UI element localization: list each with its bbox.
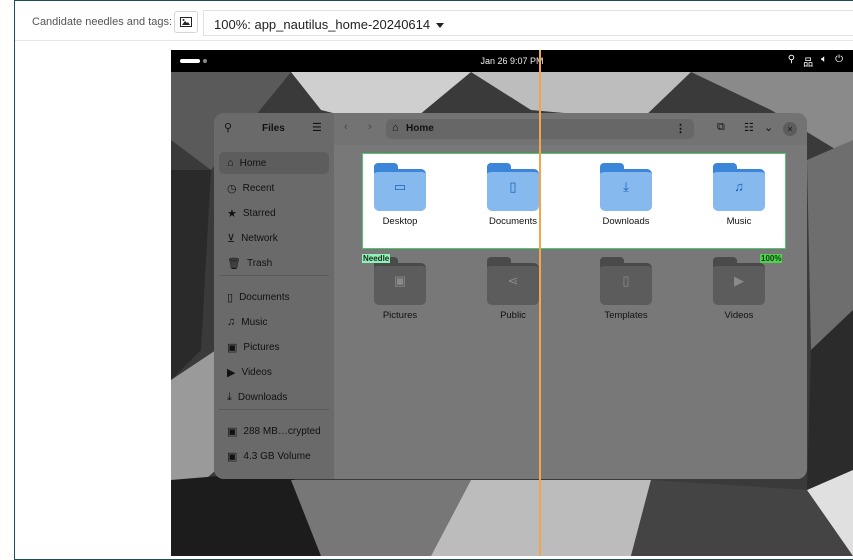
folder-item[interactable]: ▭ Desktop <box>360 163 440 227</box>
music-folder-icon: ♫ <box>713 163 765 211</box>
video-icon: ▶ <box>227 366 236 379</box>
sidebar-header: ⚲ Files ☰ <box>214 113 334 145</box>
comparison-slider[interactable] <box>539 50 541 556</box>
sidebar-item-documents[interactable]: ▯ Documents <box>219 286 329 308</box>
sidebar-item-music[interactable]: ♫ Music <box>219 311 329 333</box>
image-toggle-button[interactable] <box>174 11 198 33</box>
sidebar-item-label: Recent <box>242 182 275 194</box>
sidebar-item-label: Videos <box>241 366 272 378</box>
sidebar-item-starred[interactable]: ★ Starred <box>219 202 329 224</box>
path-menu-icon[interactable]: ⋮ <box>675 122 686 135</box>
desktop-folder-icon: ▭ <box>374 163 426 211</box>
templates-folder-icon: ▯ <box>600 257 652 305</box>
clock-icon: ◷ <box>227 182 237 195</box>
sidebar-separator <box>219 409 329 410</box>
public-folder-icon: ⋖ <box>487 257 539 305</box>
list-view-icon[interactable]: ☷ <box>744 121 754 134</box>
folder-label: Desktop <box>382 216 418 227</box>
sidebar-item-trash[interactable]: 🗑︎ Trash <box>219 252 329 274</box>
image-icon <box>180 17 192 27</box>
needle-select[interactable]: 100%: app_nautilus_home-20240614 <box>203 10 853 36</box>
folder-label: Public <box>500 310 526 321</box>
sidebar-item-network[interactable]: ⊻ Network <box>219 227 329 249</box>
sidebar-item-label: Home <box>239 157 267 169</box>
folder-label: Downloads <box>602 216 650 227</box>
sidebar-item-label: Music <box>241 316 268 328</box>
videos-folder-icon: ▶ <box>713 257 765 305</box>
power-icon: ⏻ <box>835 54 843 65</box>
candidate-label: Candidate needles and tags: <box>32 16 173 28</box>
sidebar-item-label: 4.3 GB Volume <box>243 450 311 462</box>
hamburger-menu-icon[interactable]: ☰ <box>312 121 322 134</box>
folder-label: Music <box>726 216 752 227</box>
clock[interactable]: Jan 26 9:07 PM <box>171 56 853 66</box>
volume-icon: 🔈︎ <box>821 54 828 65</box>
download-icon: ⤓ <box>227 390 232 403</box>
folder-label: Videos <box>724 310 754 321</box>
folder-label: Pictures <box>382 310 418 321</box>
drive-icon: ▣ <box>227 425 238 438</box>
system-tray[interactable]: ⚲ 品 🔈︎ ⏻ <box>788 54 843 69</box>
home-icon: ⌂ <box>227 157 234 169</box>
close-window-button[interactable]: × <box>783 122 797 136</box>
sidebar-item-label: Documents <box>239 291 290 303</box>
files-sidebar: ⚲ Files ☰ ⌂ Home ◷ Recent ★ Starred ⊻ Network 🗑︎… <box>214 113 334 479</box>
back-icon[interactable]: ‹ <box>344 121 348 133</box>
sidebar-item-label: Starred <box>242 207 276 219</box>
folder-item[interactable]: ▯ Templates <box>586 257 666 321</box>
sidebar-item-downloads[interactable]: ⤓ Downloads <box>219 386 329 408</box>
match-percent-tag: 100% <box>760 254 783 263</box>
location-icon: ⚲ <box>787 54 796 65</box>
folder-item[interactable]: ♫ Music <box>699 163 779 227</box>
gnome-top-bar: Jan 26 9:07 PM ⚲ 品 🔈︎ ⏻ <box>171 50 853 72</box>
sidebar-separator <box>219 275 329 276</box>
drive-icon: ▣ <box>227 450 238 463</box>
divider <box>15 40 853 41</box>
home-icon: ⌂ <box>392 122 399 134</box>
pictures-folder-icon: ▣ <box>374 257 426 305</box>
picture-icon: ▣ <box>227 341 238 354</box>
caret-down-icon <box>436 23 445 29</box>
star-icon: ★ <box>227 207 237 220</box>
search-folder-icon[interactable]: ⧉ <box>717 121 725 134</box>
selected-needle-text: 100%: app_nautilus_home-20240614 <box>214 17 431 32</box>
sidebar-item-recent[interactable]: ◷ Recent <box>219 177 329 199</box>
trash-icon: 🗑︎ <box>227 257 241 270</box>
files-header-bar: ‹ › ⌂ Home ⋮ ⧉ ☷ ⌄ × <box>334 113 807 145</box>
folder-item[interactable]: ▯ Documents <box>473 163 553 227</box>
folder-item[interactable]: ⋖ Public <box>473 257 553 321</box>
close-icon: × <box>787 124 793 134</box>
sidebar-item-pictures[interactable]: ▣ Pictures <box>219 336 329 358</box>
candidate-toolbar: Candidate needles and tags: 100%: app_na… <box>0 0 853 40</box>
folder-label: Templates <box>604 310 648 321</box>
sidebar-item-label: Network <box>241 232 278 244</box>
network-icon: 品 <box>803 58 814 69</box>
downloads-folder-icon: ⤓ <box>600 163 652 211</box>
needle-tag: Needle <box>362 254 391 263</box>
app-title: Files <box>262 123 285 134</box>
music-icon: ♫ <box>227 316 236 328</box>
sidebar-item-label: Downloads <box>237 391 288 403</box>
folder-item[interactable]: ⤓ Downloads <box>586 163 666 227</box>
sidebar-item-label: 288 MB…crypted <box>243 425 321 437</box>
folder-item[interactable]: ▣ Pictures <box>360 257 440 321</box>
document-icon: ▯ <box>227 291 234 304</box>
view-options-chevron-icon[interactable]: ⌄ <box>764 121 773 134</box>
sidebar-item-videos[interactable]: ▶ Videos <box>219 361 329 383</box>
path-label: Home <box>406 123 434 134</box>
sidebar-item-home[interactable]: ⌂ Home <box>219 152 329 174</box>
network-icon: ⊻ <box>227 232 236 245</box>
search-icon[interactable]: ⚲ <box>224 121 232 134</box>
forward-icon[interactable]: › <box>368 121 372 133</box>
sidebar-item-4-3-gb-volume[interactable]: ▣ 4.3 GB Volume <box>219 445 329 467</box>
sidebar-item-288-mb-crypted[interactable]: ▣ 288 MB…crypted <box>219 420 329 442</box>
sidebar-item-label: Pictures <box>243 341 280 353</box>
sidebar-item-label: Trash <box>246 257 273 269</box>
folder-label: Documents <box>488 216 538 227</box>
folder-item[interactable]: ▶ Videos <box>699 257 779 321</box>
documents-folder-icon: ▯ <box>487 163 539 211</box>
screenshot-view: Jan 26 9:07 PM ⚲ 品 🔈︎ ⏻ ⚲ Files ☰ ⌂ Home ◷… <box>171 50 853 556</box>
